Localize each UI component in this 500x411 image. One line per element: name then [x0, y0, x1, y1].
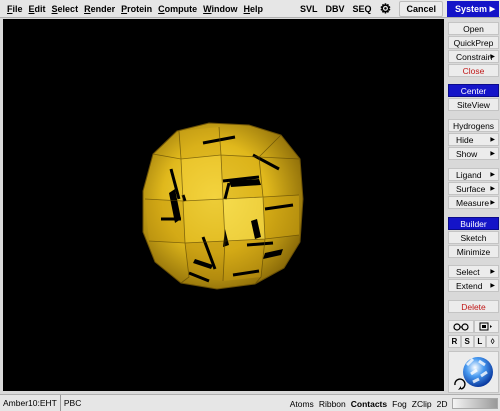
app-window: File Edit Select Render Protein Compute … — [0, 0, 500, 411]
chevron-right-icon: ▶ — [490, 54, 495, 60]
forcefield-status[interactable]: Amber10:EHT — [0, 394, 61, 411]
menu-right-group: SVL DBV SEQ ⚙ Cancel System ▶ — [296, 0, 500, 18]
builder-button[interactable]: Builder — [448, 217, 499, 230]
chevron-right-icon: ▶ — [489, 6, 495, 13]
chevron-right-icon: ▶ — [490, 269, 495, 275]
delete-button[interactable]: Delete — [448, 300, 499, 313]
ribbon-toggle[interactable]: Ribbon — [316, 395, 348, 411]
chevron-right-icon: ▶ — [490, 137, 495, 143]
depth-gradient-bar[interactable] — [452, 398, 498, 409]
cancel-button[interactable]: Cancel — [399, 1, 443, 17]
select-label: Select — [456, 266, 480, 277]
render-l-button[interactable]: L — [473, 335, 487, 348]
chevron-right-icon: ▶ — [490, 151, 495, 157]
menu-bar: File Edit Select Render Protein Compute … — [0, 0, 500, 18]
constrain-button[interactable]: Constrain ▶ — [448, 50, 499, 63]
sphere-render — [142, 122, 304, 290]
glasses-icon[interactable] — [448, 320, 474, 333]
hydrogens-button[interactable]: Hydrogens — [448, 119, 499, 132]
render-r-button[interactable]: R — [448, 335, 461, 348]
siteview-button[interactable]: SiteView — [448, 98, 499, 111]
quickprep-button[interactable]: QuickPrep — [448, 36, 499, 49]
surface-label: Surface — [456, 183, 486, 194]
menu-edit[interactable]: Edit — [26, 4, 49, 14]
ligand-button[interactable]: Ligand ▶ — [448, 168, 499, 181]
menu-protein[interactable]: Protein — [118, 4, 155, 14]
pbc-status[interactable]: PBC — [61, 395, 84, 411]
select-button[interactable]: Select ▶ — [448, 265, 499, 278]
command-panel: Open QuickPrep Constrain ▶ Close Center … — [447, 19, 500, 395]
chevron-right-icon: ▶ — [490, 200, 495, 206]
system-button[interactable]: System ▶ — [447, 1, 499, 17]
menu-select[interactable]: Select — [49, 4, 82, 14]
hide-button[interactable]: Hide ▶ — [448, 133, 499, 146]
extend-label: Extend — [456, 280, 483, 291]
2d-toggle[interactable]: 2D — [434, 395, 450, 411]
menu-file[interactable]: File — [4, 4, 26, 14]
system-button-label: System — [455, 4, 488, 14]
menu-help[interactable]: Help — [241, 4, 267, 14]
molecule-viewport[interactable] — [3, 19, 444, 391]
dbv-button[interactable]: DBV — [321, 1, 348, 17]
render-diamond-button[interactable]: ◊ — [486, 335, 499, 348]
chevron-right-icon: ▶ — [490, 186, 495, 192]
gear-icon[interactable]: ⚙ — [375, 1, 395, 17]
constrain-label: Constrain — [456, 51, 493, 62]
display-toggles: Atoms Ribbon Contacts Fog ZClip 2D — [287, 395, 450, 411]
render-s-button[interactable]: S — [460, 335, 474, 348]
measure-button[interactable]: Measure ▶ — [448, 196, 499, 209]
status-bar: Amber10:EHT PBC Atoms Ribbon Contacts Fo… — [0, 394, 500, 411]
hide-label: Hide — [456, 134, 474, 145]
open-button[interactable]: Open — [448, 22, 499, 35]
main-menu: File Edit Select Render Protein Compute … — [0, 4, 266, 14]
zclip-toggle[interactable]: ZClip — [409, 395, 434, 411]
measure-label: Measure — [456, 197, 490, 208]
menu-window[interactable]: Window — [200, 4, 240, 14]
sketch-button[interactable]: Sketch — [448, 231, 499, 244]
atoms-toggle[interactable]: Atoms — [287, 395, 316, 411]
surface-button[interactable]: Surface ▶ — [448, 182, 499, 195]
show-button[interactable]: Show ▶ — [448, 147, 499, 160]
rotation-sphere-icon[interactable] — [448, 351, 499, 393]
chevron-right-icon: ▶ — [490, 172, 495, 178]
minimize-button[interactable]: Minimize — [448, 245, 499, 258]
menu-render[interactable]: Render — [81, 4, 118, 14]
chevron-right-icon: ▶ — [490, 283, 495, 289]
extend-button[interactable]: Extend ▶ — [448, 279, 499, 292]
fog-toggle[interactable]: Fog — [390, 395, 410, 411]
center-button[interactable]: Center — [448, 84, 499, 97]
contacts-toggle[interactable]: Contacts — [348, 395, 389, 411]
close-button[interactable]: Close — [448, 64, 499, 77]
render-mode-row: R S L ◊ — [448, 335, 499, 348]
picture-menu-icon[interactable] — [473, 320, 499, 333]
svl-button[interactable]: SVL — [296, 1, 322, 17]
show-label: Show — [456, 148, 478, 159]
ligand-label: Ligand — [456, 169, 482, 180]
menu-compute[interactable]: Compute — [155, 4, 200, 14]
seq-button[interactable]: SEQ — [348, 1, 375, 17]
view-icon-row — [448, 320, 499, 333]
